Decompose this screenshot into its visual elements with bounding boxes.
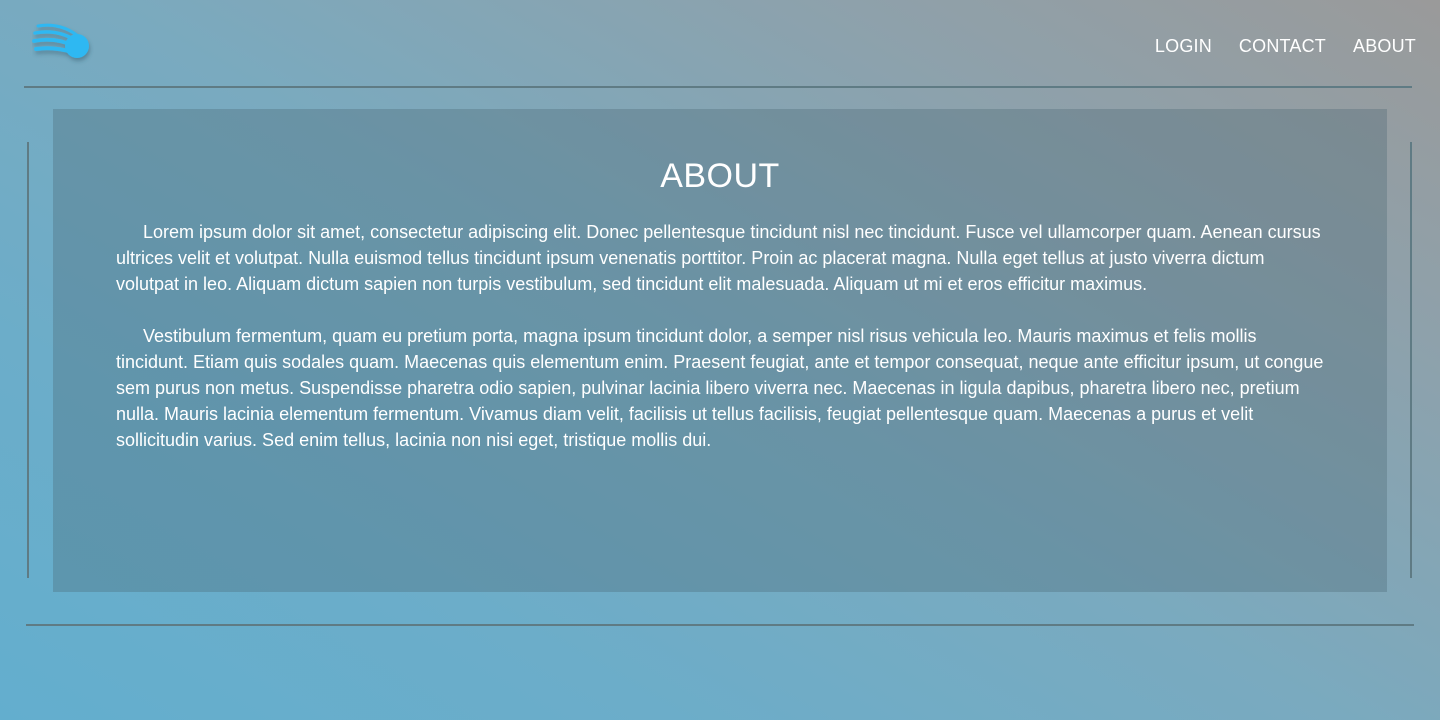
footer-divider bbox=[26, 624, 1414, 626]
top-nav: LOGIN CONTACT ABOUT bbox=[1155, 36, 1416, 56]
nav-login-link[interactable]: LOGIN bbox=[1155, 36, 1212, 56]
about-paragraph: Lorem ipsum dolor sit amet, consectetur … bbox=[116, 222, 1321, 294]
speed-swoosh-logo-icon[interactable] bbox=[32, 20, 96, 68]
about-paragraph: Vestibulum fermentum, quam eu pretium po… bbox=[116, 326, 1324, 450]
header-divider bbox=[24, 86, 1412, 88]
page-title: ABOUT bbox=[660, 157, 780, 195]
right-border-line bbox=[1410, 142, 1412, 578]
nav-about-link[interactable]: ABOUT bbox=[1353, 36, 1416, 56]
nav-contact-link[interactable]: CONTACT bbox=[1239, 36, 1326, 56]
about-panel: ABOUT Lorem ipsum dolor sit amet, consec… bbox=[53, 109, 1387, 592]
left-border-line bbox=[27, 142, 29, 578]
